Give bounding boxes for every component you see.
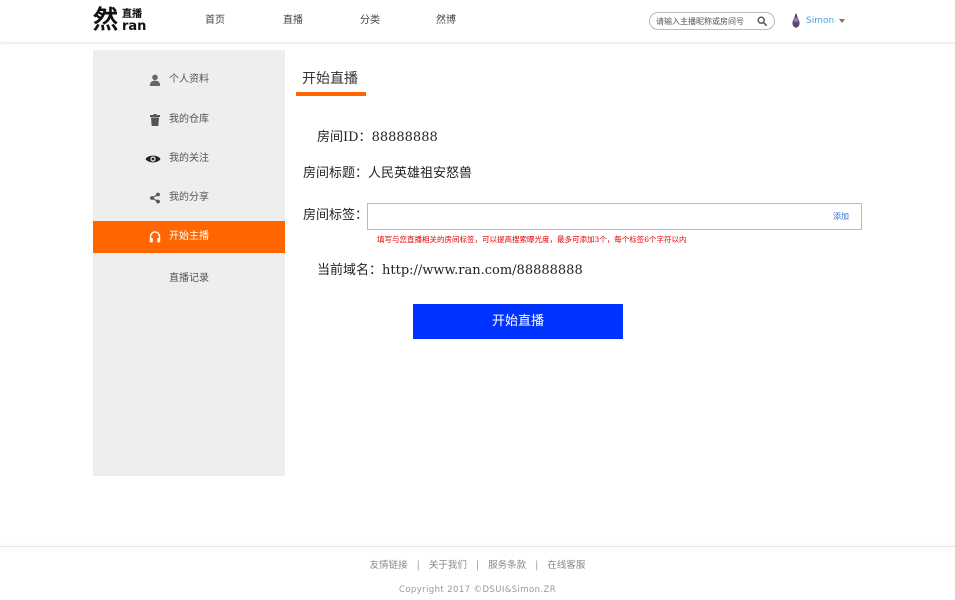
domain-label: 当前域名： [317, 263, 383, 278]
room-title-row: 房间标题：人民英雄祖安怒兽 [303, 165, 472, 183]
avatar [792, 13, 800, 28]
footer-link-friends[interactable]: 友情链接 [370, 559, 408, 573]
sidebar-item-warehouse[interactable]: 我的仓库 [93, 104, 285, 136]
nav-live[interactable]: 直播 [283, 13, 303, 29]
footer-separator: | [535, 560, 539, 571]
search-input[interactable] [656, 14, 756, 28]
nav-home[interactable]: 首页 [205, 13, 225, 29]
tag-hint: 填写与您直播相关的房间标签，可以提高搜索曝光度，最多可添加3个，每个标签6个字符… [377, 235, 687, 244]
logo-wordmark: ran [122, 19, 147, 34]
room-title-value: 人民英雄祖安怒兽 [368, 166, 473, 181]
logo-char: 然 [93, 5, 119, 34]
user-icon [149, 74, 161, 86]
room-id-value: 88888888 [371, 130, 438, 145]
username: Simon [806, 16, 835, 26]
eye-icon [145, 155, 161, 163]
search-icon[interactable] [757, 16, 767, 26]
room-id-label: 房间ID： [317, 130, 372, 145]
sidebar-item-label: 个人资料 [169, 74, 209, 85]
sidebar-item-profile[interactable]: 个人资料 [93, 64, 285, 96]
title-underline [296, 92, 366, 96]
search-box [649, 12, 775, 30]
site-logo[interactable]: 然 直播 ran [93, 5, 153, 36]
sidebar-item-follows[interactable]: 我的关注 [93, 143, 285, 175]
top-header: 然 直播 ran 首页 直播 分类 然博 Simon [0, 0, 955, 42]
chevron-down-icon [839, 19, 845, 23]
footer-divider [0, 546, 955, 547]
sidebar-item-stream-records[interactable]: 直播记录 [93, 263, 285, 295]
room-title-label: 房间标题： [303, 166, 369, 181]
footer-link-about[interactable]: 关于我们 [429, 559, 467, 573]
tag-input[interactable] [374, 208, 814, 226]
footer-separator: | [416, 560, 420, 571]
start-stream-button[interactable]: 开始直播 [413, 304, 623, 339]
sidebar-item-share[interactable]: 我的分享 [93, 182, 285, 214]
footer-links: 友情链接 | 关于我们 | 服务条款 | 在线客服 [0, 559, 955, 573]
copyright: Copyright 2017 ©DSUI&Simon.ZR [398, 585, 557, 595]
sidebar-item-label: 我的仓库 [169, 114, 209, 125]
sidebar-item-label: 直播记录 [169, 273, 209, 284]
sidebar-item-label: 我的分享 [169, 192, 209, 203]
headphones-icon [149, 231, 161, 243]
nav-ranbo[interactable]: 然博 [436, 13, 456, 29]
footer-separator: | [475, 560, 480, 571]
sidebar-item-label: 开始主播 [169, 231, 209, 242]
trash-icon [150, 114, 160, 126]
room-id-row: 房间ID：88888888 [317, 129, 438, 147]
tag-field: 添加 [367, 203, 862, 230]
footer-link-support[interactable]: 在线客服 [547, 559, 585, 573]
domain-value: http://www.ran.com/88888888 [382, 263, 583, 278]
domain-row: 当前域名：http://www.ran.com/88888888 [317, 262, 583, 280]
footer-link-terms[interactable]: 服务条款 [488, 559, 526, 573]
room-tags-label: 房间标签： [303, 208, 369, 223]
add-tag-button[interactable]: 添加 [833, 211, 849, 223]
nav-category[interactable]: 分类 [360, 13, 380, 29]
sidebar: 个人资料 我的仓库 我的关注 我的分享 开始主播 直播记录 [93, 50, 285, 476]
page-title: 开始直播 [302, 71, 358, 87]
sidebar-item-start-stream[interactable]: 开始主播 [93, 221, 285, 253]
sidebar-item-label: 我的关注 [169, 153, 209, 164]
share-icon [150, 192, 160, 204]
